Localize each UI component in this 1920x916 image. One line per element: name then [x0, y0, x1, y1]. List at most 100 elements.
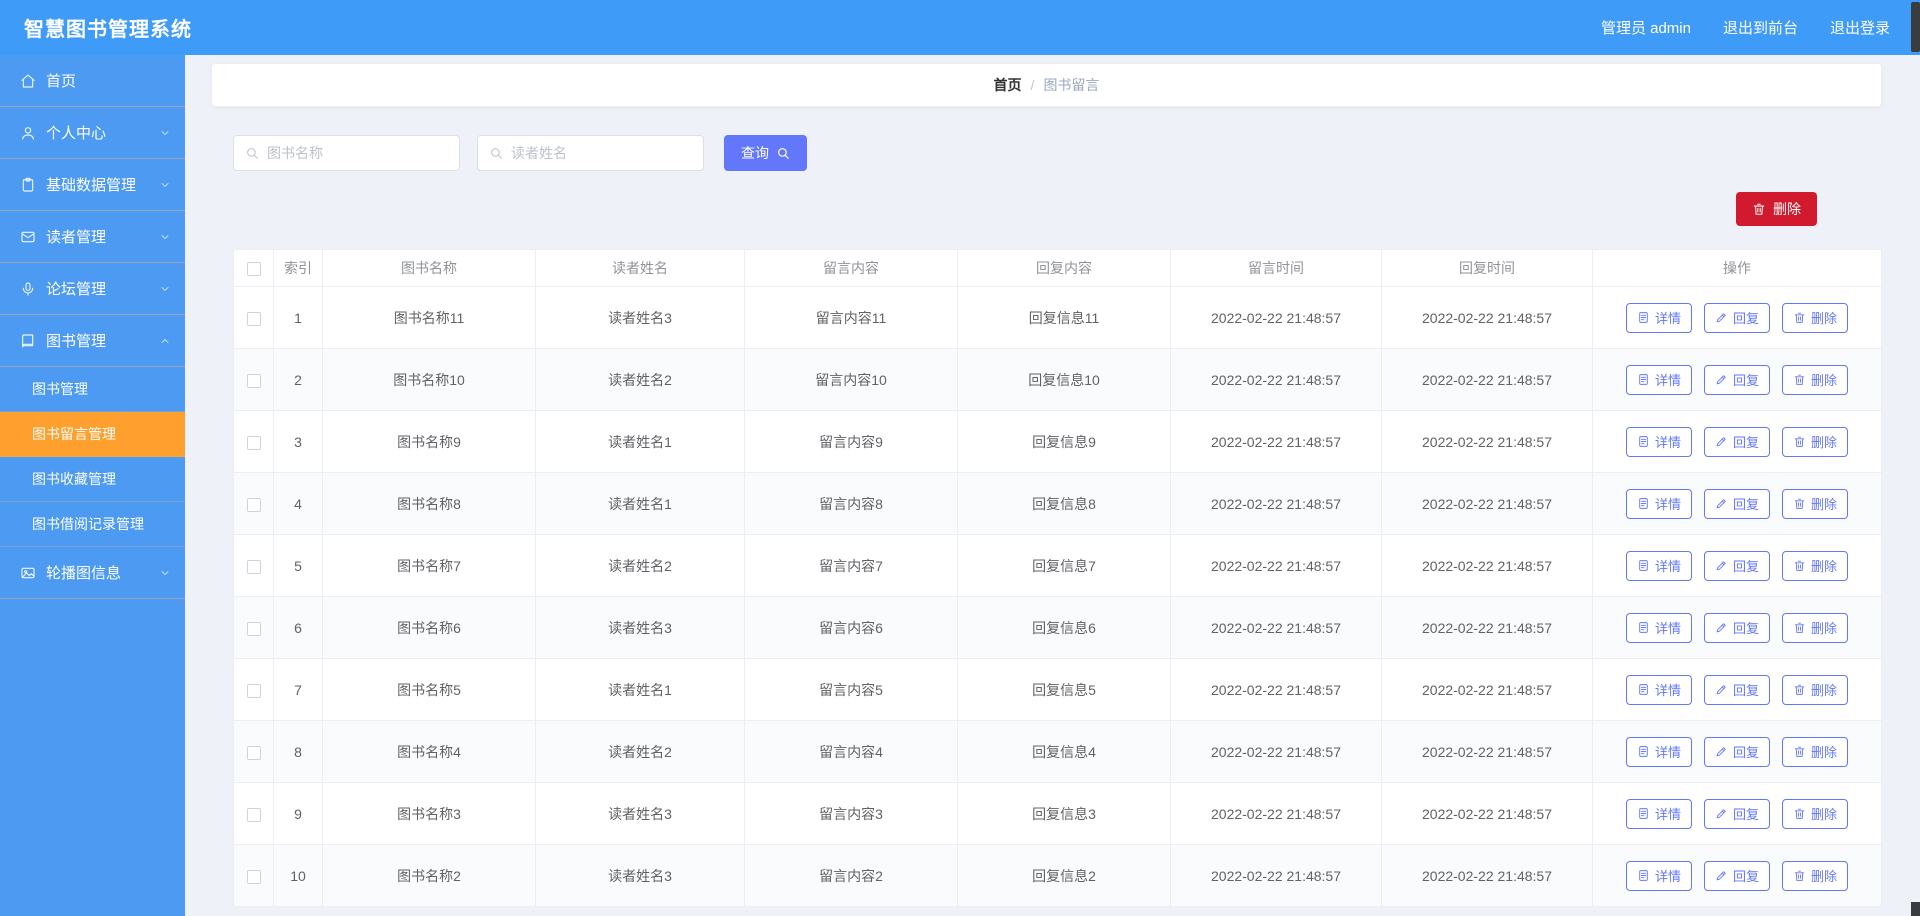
breadcrumb-home-link[interactable]: 首页 [994, 75, 1022, 95]
row-delete-button[interactable]: 删除 [1782, 550, 1849, 581]
row-checkbox[interactable] [246, 807, 261, 822]
sidebar-item-book-management[interactable]: 图书管理 [0, 315, 185, 367]
row-select-cell [233, 720, 274, 783]
cell-book-name: 图书名称9 [322, 410, 536, 473]
sidebar-subitem-book-borrow-record-management[interactable]: 图书借阅记录管理 [0, 502, 185, 547]
sidebar-item-carousel-info[interactable]: 轮播图信息 [0, 547, 185, 599]
reply-button[interactable]: 回复 [1703, 860, 1770, 891]
reply-button[interactable]: 回复 [1703, 798, 1770, 829]
clipboard-icon [20, 177, 36, 193]
reply-button[interactable]: 回复 [1703, 364, 1770, 395]
sidebar-item-label: 论坛管理 [46, 281, 107, 298]
detail-button[interactable]: 详情 [1625, 426, 1692, 457]
sidebar-item-label: 首页 [46, 73, 77, 90]
logout-link[interactable]: 退出登录 [1830, 17, 1890, 38]
book-name-input[interactable] [267, 145, 448, 161]
row-delete-button[interactable]: 删除 [1782, 860, 1849, 891]
cell-message-content: 留言内容10 [744, 348, 958, 411]
detail-button[interactable]: 详情 [1625, 736, 1692, 767]
reply-button[interactable]: 回复 [1703, 736, 1770, 767]
sidebar-item-personal-center[interactable]: 个人中心 [0, 107, 185, 159]
cell-message-content: 留言内容6 [744, 596, 958, 659]
cell-reply-time: 2022-02-22 21:48:57 [1381, 658, 1593, 721]
exit-to-front-link[interactable]: 退出到前台 [1723, 17, 1798, 38]
cell-actions: 详情 回复 删除 [1592, 720, 1882, 783]
cell-index: 6 [273, 596, 323, 659]
cell-message-content: 留言内容8 [744, 472, 958, 535]
row-delete-button[interactable]: 删除 [1782, 798, 1849, 829]
reply-button[interactable]: 回复 [1703, 488, 1770, 519]
edit-icon [1715, 807, 1728, 820]
cell-reply-content: 回复信息5 [957, 658, 1171, 721]
cell-book-name: 图书名称11 [322, 286, 536, 349]
sidebar-subitem-book-message-management[interactable]: 图书留言管理 [0, 412, 185, 457]
book-name-field [233, 135, 460, 171]
row-delete-button[interactable]: 删除 [1782, 674, 1849, 705]
table-container: 索引 图书名称 读者姓名 留言内容 回复内容 留言时间 回复时间 操作 1 图书名… [233, 249, 1882, 907]
query-button[interactable]: 查询 [724, 135, 807, 171]
row-delete-button[interactable]: 删除 [1782, 612, 1849, 643]
bulk-delete-button[interactable]: 删除 [1736, 192, 1817, 226]
detail-button[interactable]: 详情 [1625, 550, 1692, 581]
sidebar-item-reader-management[interactable]: 读者管理 [0, 211, 185, 263]
detail-button[interactable]: 详情 [1625, 364, 1692, 395]
reply-button[interactable]: 回复 [1703, 550, 1770, 581]
cell-reader-name: 读者姓名3 [535, 844, 745, 907]
row-select-cell [233, 782, 274, 845]
cell-book-name: 图书名称8 [322, 472, 536, 535]
cell-actions: 详情 回复 删除 [1592, 348, 1882, 411]
row-delete-button[interactable]: 删除 [1782, 736, 1849, 767]
row-checkbox[interactable] [246, 435, 261, 450]
cell-reply-time: 2022-02-22 21:48:57 [1381, 348, 1593, 411]
row-delete-button[interactable]: 删除 [1782, 426, 1849, 457]
row-checkbox[interactable] [246, 745, 261, 760]
table-header-row: 索引 图书名称 读者姓名 留言内容 回复内容 留言时间 回复时间 操作 [233, 249, 1882, 287]
detail-button[interactable]: 详情 [1625, 302, 1692, 333]
cell-book-name: 图书名称7 [322, 534, 536, 597]
cell-reply-content: 回复信息9 [957, 410, 1171, 473]
chevron-down-icon [159, 179, 171, 191]
sidebar-subitem-book-management[interactable]: 图书管理 [0, 367, 185, 412]
sidebar-item-forum-management[interactable]: 论坛管理 [0, 263, 185, 315]
sidebar-item-basic-data[interactable]: 基础数据管理 [0, 159, 185, 211]
row-checkbox[interactable] [246, 373, 261, 388]
detail-button[interactable]: 详情 [1625, 798, 1692, 829]
reply-button[interactable]: 回复 [1703, 674, 1770, 705]
row-checkbox[interactable] [246, 621, 261, 636]
sidebar-subitem-label: 图书借阅记录管理 [32, 516, 144, 532]
select-all-checkbox[interactable] [246, 262, 261, 277]
detail-button[interactable]: 详情 [1625, 612, 1692, 643]
cell-reply-content: 回复信息8 [957, 472, 1171, 535]
vertical-scrollbar-thumb[interactable] [1911, 2, 1920, 52]
reply-button[interactable]: 回复 [1703, 302, 1770, 333]
row-checkbox[interactable] [246, 497, 261, 512]
row-delete-button[interactable]: 删除 [1782, 302, 1849, 333]
cell-message-content: 留言内容2 [744, 844, 958, 907]
detail-button[interactable]: 详情 [1625, 488, 1692, 519]
row-checkbox[interactable] [246, 683, 261, 698]
reader-name-input[interactable] [511, 145, 692, 161]
detail-button[interactable]: 详情 [1625, 674, 1692, 705]
col-header-message-content: 留言内容 [744, 249, 958, 287]
trash-icon [1793, 497, 1806, 510]
admin-user-label[interactable]: 管理员 admin [1601, 17, 1691, 38]
row-checkbox[interactable] [246, 869, 261, 884]
col-header-actions: 操作 [1592, 249, 1882, 287]
row-checkbox[interactable] [246, 311, 261, 326]
row-delete-button[interactable]: 删除 [1782, 364, 1849, 395]
detail-button[interactable]: 详情 [1625, 860, 1692, 891]
sidebar-item-home[interactable]: 首页 [0, 55, 185, 107]
trash-icon [1793, 869, 1806, 882]
reply-button[interactable]: 回复 [1703, 612, 1770, 643]
cell-index: 7 [273, 658, 323, 721]
table-row: 1 图书名称11 读者姓名3 留言内容11 回复信息11 2022-02-22 21:48… [233, 286, 1882, 349]
cell-book-name: 图书名称6 [322, 596, 536, 659]
detail-icon [1637, 745, 1650, 758]
row-delete-button[interactable]: 删除 [1782, 488, 1849, 519]
cell-reader-name: 读者姓名2 [535, 534, 745, 597]
reply-button[interactable]: 回复 [1703, 426, 1770, 457]
scrollbar-corner[interactable] [1911, 902, 1920, 916]
row-checkbox[interactable] [246, 559, 261, 574]
sidebar-subitem-book-collection-management[interactable]: 图书收藏管理 [0, 457, 185, 502]
cell-message-content: 留言内容11 [744, 286, 958, 349]
